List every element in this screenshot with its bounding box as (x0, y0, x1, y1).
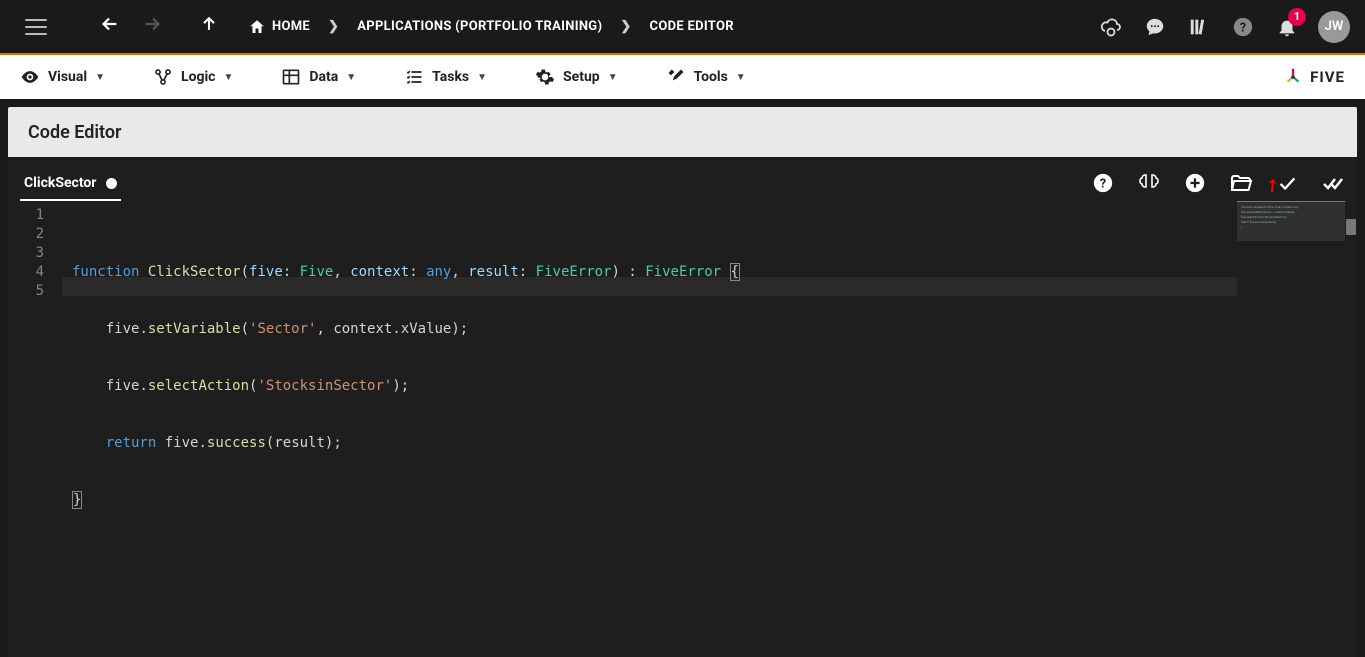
chevron-right-icon: ❯ (328, 19, 339, 34)
code-area[interactable]: function ClickSector(five: Five, context… (62, 201, 1357, 657)
logic-icon (153, 67, 173, 87)
editor-help-icon[interactable]: ? (1091, 171, 1115, 195)
scrollbar-thumb[interactable] (1346, 219, 1356, 235)
toolbar-logic[interactable]: Logic▼ (153, 67, 233, 87)
breadcrumb-applications[interactable]: APPLICATIONS (PORTFOLIO TRAINING) (357, 19, 602, 34)
toolbar-tools-label: Tools (694, 69, 728, 85)
toolbar: Visual▼ Logic▼ Data▼ Tasks▼ Setup▼ Tools… (0, 55, 1365, 99)
breadcrumb-home-label: HOME (272, 19, 310, 34)
open-folder-icon[interactable] (1229, 171, 1253, 195)
add-button[interactable] (1183, 171, 1207, 195)
header-right: ? 1 JW (1098, 11, 1350, 43)
notifications-icon[interactable]: 1 (1274, 14, 1300, 40)
ai-brain-icon[interactable] (1137, 171, 1161, 195)
help-icon[interactable]: ? (1230, 14, 1256, 40)
editor-tab[interactable]: ClickSector (20, 165, 121, 201)
toolbar-data[interactable]: Data▼ (281, 67, 356, 87)
minimap-lines: function ClickSector(five: Five, context… (1241, 205, 1298, 230)
toolbar-tasks-label: Tasks (432, 69, 469, 85)
toolbar-logic-label: Logic (181, 69, 215, 85)
eye-icon (20, 67, 40, 87)
line-number: 3 (8, 244, 44, 263)
line-number: 2 (8, 225, 44, 244)
menu-icon[interactable] (25, 19, 47, 35)
breadcrumb: HOME ❯ APPLICATIONS (PORTFOLIO TRAINING)… (248, 18, 734, 36)
header-left: HOME ❯ APPLICATIONS (PORTFOLIO TRAINING)… (25, 13, 734, 41)
line-number: 5 (8, 282, 44, 301)
editor-body[interactable]: 1 2 3 4 5 function ClickSector(five: Fiv… (8, 201, 1357, 657)
toolbar-data-label: Data (309, 69, 338, 85)
editor-actions: ? ➚ (1091, 171, 1345, 201)
brand-logo-icon (1282, 66, 1304, 88)
home-icon (248, 18, 266, 36)
brand: FIVE (1282, 66, 1345, 88)
avatar[interactable]: JW (1318, 11, 1350, 43)
toolbar-setup[interactable]: Setup▼ (535, 67, 618, 87)
library-icon[interactable] (1186, 14, 1212, 40)
vertical-scrollbar[interactable] (1345, 157, 1357, 657)
forward-button[interactable] (135, 13, 169, 41)
page-title-label: Code Editor (28, 122, 122, 143)
svg-text:?: ? (1240, 20, 1246, 35)
toolbar-visual[interactable]: Visual▼ (20, 67, 105, 87)
up-button[interactable] (193, 14, 225, 40)
line-number: 4 (8, 263, 44, 282)
breadcrumb-code-editor[interactable]: CODE EDITOR (650, 19, 734, 34)
toolbar-visual-label: Visual (48, 69, 87, 85)
back-button[interactable] (93, 13, 127, 41)
chat-icon[interactable] (1142, 14, 1168, 40)
save-all-button[interactable] (1321, 171, 1345, 195)
tasks-icon (404, 67, 424, 87)
gear-icon (535, 67, 555, 87)
code-editor: ClickSector ? ➚ (8, 157, 1357, 657)
unsaved-dot-icon (106, 178, 117, 189)
editor-header: ClickSector ? ➚ (8, 157, 1357, 201)
line-gutter: 1 2 3 4 5 (8, 201, 62, 657)
toolbar-tasks[interactable]: Tasks▼ (404, 67, 487, 87)
tools-icon (666, 67, 686, 87)
breadcrumb-home[interactable]: HOME (248, 18, 310, 36)
cloud-icon[interactable] (1098, 14, 1124, 40)
data-icon (281, 67, 301, 87)
svg-text:?: ? (1100, 177, 1106, 192)
save-button[interactable]: ➚ (1275, 171, 1299, 195)
brand-label: FIVE (1310, 68, 1345, 86)
page-title: Code Editor (8, 107, 1357, 157)
notification-badge: 1 (1288, 8, 1306, 26)
editor-tab-label: ClickSector (24, 175, 96, 191)
toolbar-tools[interactable]: Tools▼ (666, 67, 746, 87)
toolbar-setup-label: Setup (563, 69, 600, 85)
line-number: 1 (8, 206, 44, 225)
top-header: HOME ❯ APPLICATIONS (PORTFOLIO TRAINING)… (0, 0, 1365, 55)
chevron-right-icon: ❯ (620, 19, 631, 34)
